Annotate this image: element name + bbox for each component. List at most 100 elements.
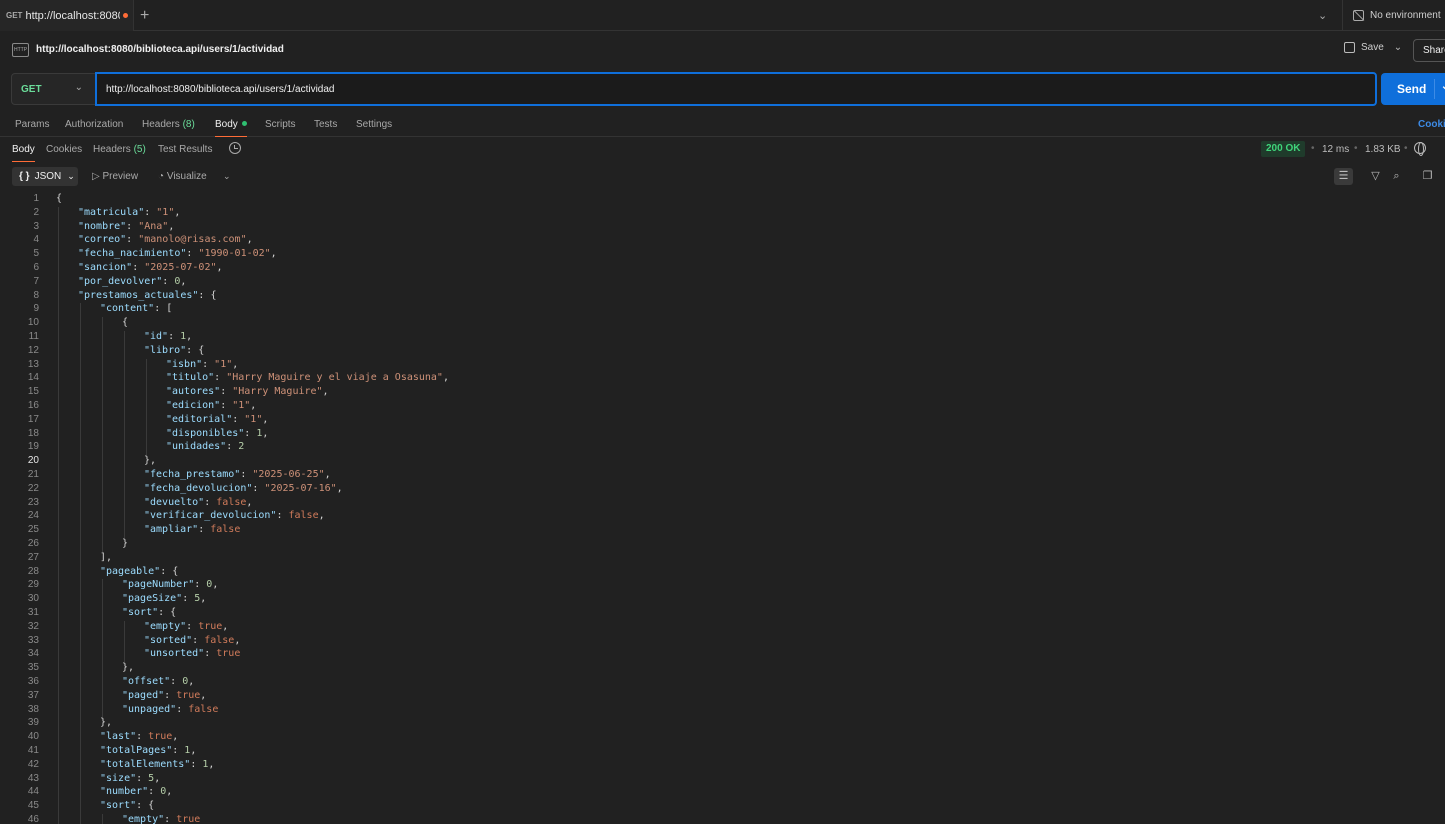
status-badge[interactable]: 200 OK xyxy=(1261,141,1306,157)
code-line: 33 "sorted": false, xyxy=(0,635,1445,649)
line-number: 31 xyxy=(27,607,39,618)
response-body-editor[interactable]: 1{2 "matricula": "1", 3 "nombre": "Ana", 4 "c… xyxy=(0,192,1445,824)
code-line: 24 "verificar_devolucion": false, xyxy=(0,510,1445,524)
line-number: 9 xyxy=(33,303,39,315)
code-line: 19 "unidades": 2 xyxy=(0,441,1445,455)
line-number: 28 xyxy=(27,565,39,577)
line-number: 20 xyxy=(27,455,39,467)
code-text: "libro": { xyxy=(144,345,204,356)
line-number: 46 xyxy=(27,814,39,824)
filter-icon[interactable]: ▽ xyxy=(1366,168,1385,185)
url-input[interactable] xyxy=(95,72,1377,106)
code-line: 11 "id": 1, xyxy=(0,331,1445,345)
line-number: 34 xyxy=(27,648,39,660)
code-token: : xyxy=(276,510,289,522)
response-time[interactable]: 12 ms xyxy=(1322,144,1349,155)
visualize-chevron-down-icon[interactable]: ⌄ xyxy=(223,171,231,182)
line-number: 30 xyxy=(27,593,39,605)
response-tab-cookies[interactable]: Cookies xyxy=(46,144,82,155)
search-icon[interactable]: ⌕ xyxy=(1387,168,1406,185)
environment-selector[interactable]: No environment xyxy=(1342,0,1445,31)
code-text: "isbn": "1", xyxy=(166,359,238,370)
braces-icon: { } xyxy=(19,171,30,182)
tab-tests[interactable]: Tests xyxy=(314,119,337,130)
code-token: true xyxy=(148,731,173,743)
code-line: 20}, xyxy=(0,455,1445,469)
code-token: "por_devolver" xyxy=(78,275,163,287)
code-token: : xyxy=(192,634,205,646)
response-tab-test-results[interactable]: Test Results xyxy=(158,144,212,155)
code-token: "id" xyxy=(144,331,169,342)
response-size[interactable]: 1.83 KB xyxy=(1365,144,1401,155)
share-button[interactable]: Share xyxy=(1413,39,1445,62)
code-text: "unidades": 2 xyxy=(166,441,244,452)
request-title[interactable]: http://localhost:8080/biblioteca.api/use… xyxy=(36,44,284,55)
cookies-link[interactable]: Cooki xyxy=(1418,119,1445,130)
new-tab-plus-icon[interactable]: + xyxy=(140,7,149,25)
history-icon[interactable] xyxy=(229,142,241,154)
globe-icon[interactable] xyxy=(1414,142,1426,156)
code-line: 8 "prestamos_actuales": { xyxy=(0,290,1445,304)
code-token: : xyxy=(240,469,253,480)
line-number: 43 xyxy=(27,772,39,784)
response-tab-headers[interactable]: Headers (5) xyxy=(93,144,146,155)
code-token: : { xyxy=(198,289,217,301)
save-chevron-down-icon[interactable]: ⌄ xyxy=(1394,42,1402,53)
send-button[interactable]: Send ⌄ xyxy=(1381,73,1445,105)
line-number: 42 xyxy=(27,758,39,770)
code-token: "unpaged" xyxy=(122,703,177,715)
tab-settings[interactable]: Settings xyxy=(356,119,392,130)
code-text: "pageable": { xyxy=(100,566,178,577)
code-token: "unidades" xyxy=(166,441,227,453)
save-label: Save xyxy=(1361,42,1384,53)
save-icon xyxy=(1344,42,1355,53)
code-token: "edicion" xyxy=(166,400,221,411)
tab-scripts[interactable]: Scripts xyxy=(265,119,296,130)
wrap-lines-icon[interactable]: ☰ xyxy=(1334,168,1353,185)
response-tab-body[interactable]: Body xyxy=(12,144,35,162)
line-number: 36 xyxy=(27,676,39,687)
code-token: : [ xyxy=(154,303,173,315)
code-token: "unsorted" xyxy=(144,648,205,660)
code-token: , xyxy=(234,634,241,646)
code-line: 28 "pageable": { xyxy=(0,566,1445,580)
preview-button[interactable]: ▷ Preview xyxy=(92,171,138,182)
code-text: "verificar_devolucion": false, xyxy=(144,510,325,521)
method-select[interactable]: GET ⌄ xyxy=(11,73,96,105)
save-button[interactable]: Save ⌄ xyxy=(1344,42,1402,53)
request-tab[interactable]: GET http://localhost:8080/bi xyxy=(0,0,134,31)
code-token: "fecha_nacimiento" xyxy=(78,248,187,260)
visualize-icon: ◔ xyxy=(158,171,165,182)
send-chevron-down-icon[interactable]: ⌄ xyxy=(1441,81,1445,92)
copy-icon[interactable]: ❐ xyxy=(1418,168,1437,185)
code-token: "manolo@risas.com" xyxy=(138,234,247,246)
code-line: 43 "size": 5, xyxy=(0,773,1445,787)
visualize-button[interactable]: ◔ Visualize xyxy=(158,171,207,182)
tabs-chevron-down-icon[interactable]: ⌄ xyxy=(1318,9,1327,22)
tab-params[interactable]: Params xyxy=(15,119,49,130)
code-line: 10 { xyxy=(0,317,1445,331)
code-token: "Harry Maguire" xyxy=(232,386,323,398)
code-text: "unpaged": false xyxy=(122,704,218,715)
code-line: 35}, xyxy=(0,662,1445,676)
code-token: : xyxy=(164,689,177,701)
code-token: "devuelto" xyxy=(144,496,205,508)
code-line: 21 "fecha_prestamo": "2025-06-25", xyxy=(0,469,1445,483)
format-select[interactable]: { } JSON ⌄ xyxy=(12,167,78,186)
tab-body[interactable]: Body xyxy=(215,119,247,137)
code-token: , xyxy=(190,745,197,756)
tab-headers[interactable]: Headers (8) xyxy=(142,119,195,130)
line-number: 15 xyxy=(27,386,39,398)
code-text: "number": 0, xyxy=(100,786,172,797)
code-token: , xyxy=(222,620,229,632)
tab-authorization[interactable]: Authorization xyxy=(65,119,123,130)
code-line: 12 "libro": { xyxy=(0,345,1445,359)
code-token: "2025-06-25" xyxy=(252,469,325,480)
line-number: 38 xyxy=(27,703,39,715)
line-number: 45 xyxy=(27,800,39,812)
code-text: "unsorted": true xyxy=(144,648,240,659)
code-text: "offset": 0, xyxy=(122,676,194,687)
code-line: 15 "autores": "Harry Maguire", xyxy=(0,386,1445,400)
code-line: 4 "correo": "manolo@risas.com", xyxy=(0,234,1445,248)
line-number: 12 xyxy=(27,344,39,356)
